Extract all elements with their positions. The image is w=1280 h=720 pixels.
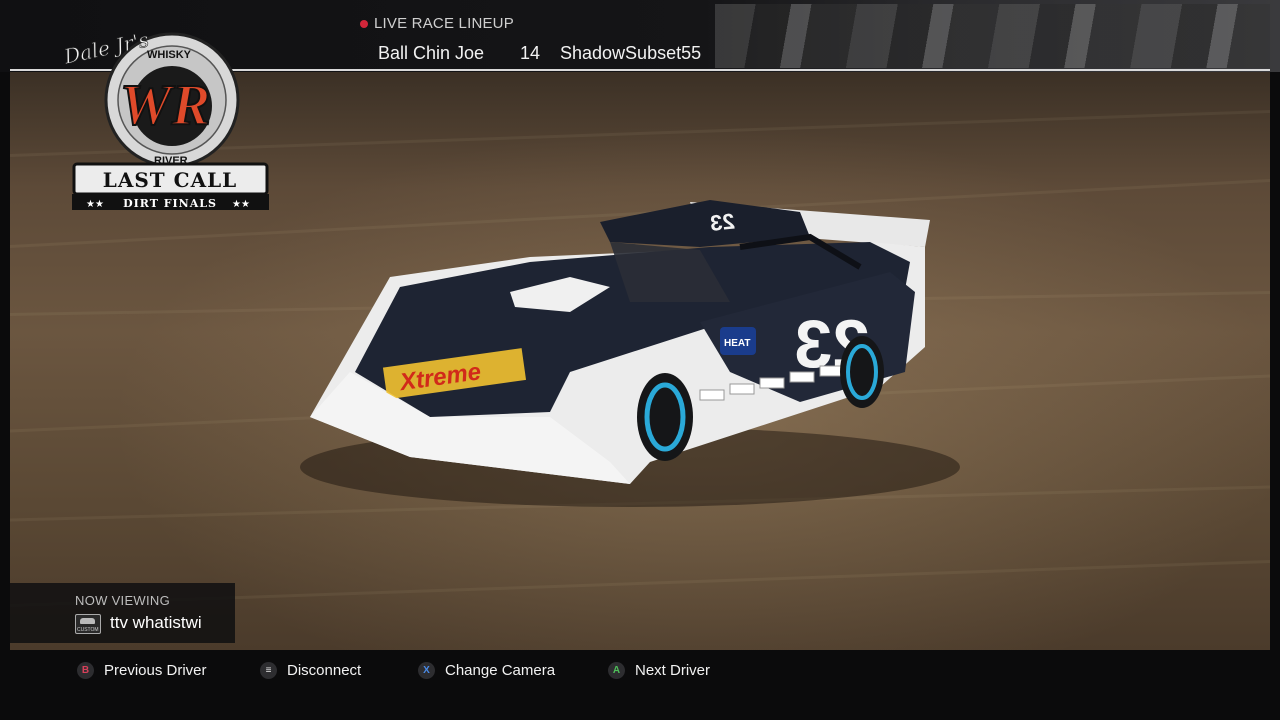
next-driver-label: Next Driver xyxy=(635,662,711,679)
svg-text:WHISKY: WHISKY xyxy=(147,49,192,61)
spectator-controls: B Previous Driver ≡ Disconnect X Change … xyxy=(10,650,1270,710)
svg-text:★★: ★★ xyxy=(232,199,250,210)
disconnect-button[interactable]: ≡ Disconnect xyxy=(260,662,361,679)
next-driver-button[interactable]: A Next Driver xyxy=(608,662,710,679)
now-viewing-label: NOW VIEWING xyxy=(75,593,171,608)
now-viewing-panel: NOW VIEWING CUSTOM ttv whatistwi xyxy=(10,583,235,643)
b-button-icon: B xyxy=(77,662,94,679)
live-dot-icon xyxy=(360,19,368,28)
heat-decal: HEAT xyxy=(724,338,750,349)
previous-driver-button[interactable]: B Previous Driver xyxy=(77,662,207,679)
viewed-driver-name: ttv whatistwi xyxy=(110,613,202,632)
lineup-row: Ball Chin Joe 14 ShadowSubset55 xyxy=(378,43,701,64)
lineup-driver-right: ShadowSubset55 xyxy=(560,43,702,63)
change-camera-label: Change Camera xyxy=(445,662,556,679)
menu-button-icon: ≡ xyxy=(260,662,277,679)
a-button-icon: A xyxy=(608,662,625,679)
previous-driver-label: Previous Driver xyxy=(104,662,207,679)
change-camera-button[interactable]: X Change Camera xyxy=(418,662,555,679)
lineup-driver-left: Ball Chin Joe xyxy=(378,43,485,63)
live-label-text: LIVE RACE LINEUP xyxy=(374,15,514,32)
custom-car-badge-icon: CUSTOM xyxy=(75,614,101,634)
live-race-lineup-label: LIVE RACE LINEUP xyxy=(360,15,514,32)
svg-text:LAST CALL: LAST CALL xyxy=(103,168,237,192)
whisky-river-logo-icon: WHISKY WR RIVER Dale Jr's LAST CALL ★★ D… xyxy=(61,27,269,210)
header-car-banner xyxy=(715,4,1270,68)
x-button-icon: X xyxy=(418,662,435,679)
svg-text:WR: WR xyxy=(120,72,210,137)
svg-text:★★: ★★ xyxy=(86,199,104,210)
disconnect-label: Disconnect xyxy=(287,662,362,679)
svg-text:DIRT FINALS: DIRT FINALS xyxy=(123,197,217,210)
event-logo: WHISKY WR RIVER Dale Jr's LAST CALL ★★ D… xyxy=(61,26,274,214)
roof-number: 23 xyxy=(709,208,736,235)
lineup-position: 14 xyxy=(520,43,541,63)
